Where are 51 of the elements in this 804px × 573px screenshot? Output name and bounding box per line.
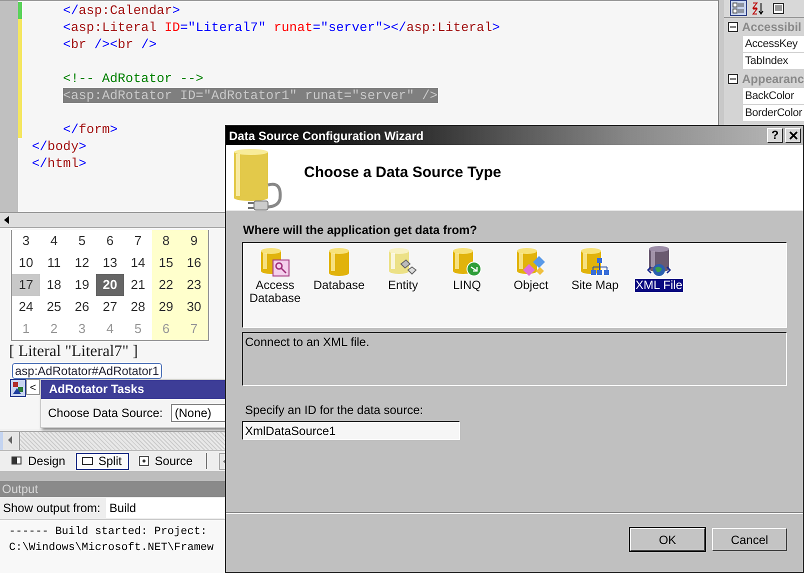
property-name[interactable]: TabIndex xyxy=(743,53,804,70)
code-line: <br /><br /> xyxy=(62,36,157,53)
data-source-type[interactable]: XML File xyxy=(627,246,691,327)
data-source-type[interactable]: Access Database xyxy=(243,246,307,327)
field-label: Show output from: xyxy=(3,501,100,515)
property-name[interactable]: BorderColor xyxy=(743,105,804,122)
code-line: </body> xyxy=(30,138,86,155)
dialog-button[interactable]: Cancel xyxy=(712,528,787,551)
field-label: Specify an ID for the data source: xyxy=(245,403,424,417)
calendar-day[interactable]: 23 xyxy=(180,274,208,296)
code-line: <!-- AdRotator --> xyxy=(62,70,204,87)
wizard-heading: Choose a Data Source Type xyxy=(304,164,502,181)
calendar-day[interactable]: 17 xyxy=(12,274,40,296)
code-line: </html> xyxy=(30,155,86,172)
data-source-type[interactable]: Entity xyxy=(371,246,435,327)
calendar-day[interactable]: 30 xyxy=(180,296,208,318)
data-source-list[interactable]: Access Database Database Entity LINQ Object Site Map XML File xyxy=(242,242,787,328)
property-category: Appearanc xyxy=(742,72,804,86)
calendar-day[interactable]: 9 xyxy=(180,230,208,252)
data-source-dropdown[interactable]: (None) xyxy=(170,404,227,422)
code-line: </form> xyxy=(62,121,118,138)
calendar-day[interactable]: 16 xyxy=(180,252,208,274)
id-field[interactable]: XmlDataSource1 xyxy=(242,421,460,440)
property-category: Accessibil xyxy=(742,20,802,34)
calendar-day[interactable]: 29 xyxy=(152,296,180,318)
panel-title: AdRotator Tasks xyxy=(41,380,227,399)
section-label: Where will the application get data from? xyxy=(243,223,478,237)
property-name[interactable]: BackColor xyxy=(743,88,804,105)
window-title: Data Source Configuration Wizard xyxy=(229,128,425,142)
data-source-type[interactable]: Object xyxy=(499,246,563,327)
code-line: </asp:Calendar> xyxy=(62,2,180,19)
calendar-day[interactable]: 20 xyxy=(96,274,124,296)
control-tag: asp:AdRotator#AdRotator1 xyxy=(12,363,162,379)
smart-tag-button[interactable]: < xyxy=(26,379,40,395)
description-text: Connect to an XML file. xyxy=(245,335,370,349)
data-source-type[interactable]: LINQ xyxy=(435,246,499,327)
calendar-day[interactable]: 15 xyxy=(152,252,180,274)
output-line: C:\Windows\Microsoft.NET\Framew xyxy=(9,541,214,556)
dialog-button[interactable]: OK xyxy=(630,528,705,551)
view-tab[interactable]: Design xyxy=(6,452,72,470)
calendar-day[interactable]: 8 xyxy=(152,230,180,252)
help-button[interactable]: ? xyxy=(767,128,783,143)
property-name[interactable]: AccessKey xyxy=(743,36,804,53)
view-tab[interactable]: Split xyxy=(76,452,129,470)
data-source-type[interactable]: Database xyxy=(307,246,371,327)
code-line: <asp:Literal ID="Literal7" runat="server"></asp:Literal> xyxy=(62,19,500,36)
data-source-type[interactable]: Site Map xyxy=(563,246,627,327)
field-label: Choose Data Source: xyxy=(48,406,163,420)
calendar-day[interactable]: 22 xyxy=(152,274,180,296)
output-line: ------ Build started: Project: xyxy=(9,525,208,540)
view-tab[interactable]: Source xyxy=(132,452,200,470)
